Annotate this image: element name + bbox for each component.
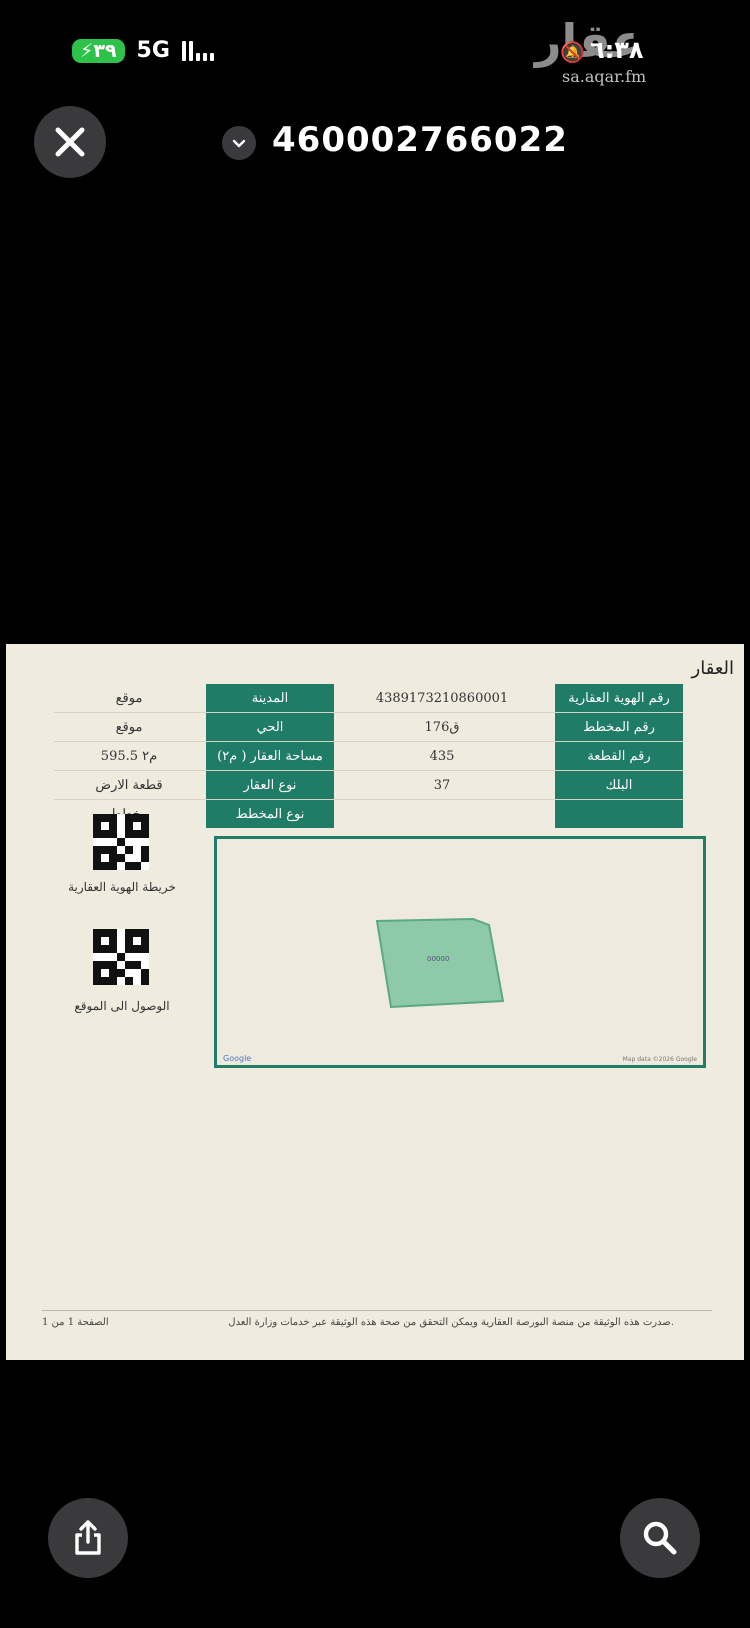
status-bar: ⚡٣٩ 5G: [72, 38, 214, 63]
status-time: ٦:٣٨: [590, 36, 644, 64]
label-plot-number: رقم القطعة: [555, 742, 683, 770]
chevron-down-icon: [232, 139, 246, 148]
battery-indicator: ⚡٣٩: [72, 38, 125, 63]
property-document: العقار رقم الهوية العقارية 4389173210860…: [6, 644, 744, 1360]
footer-page: الصفحة 1 من 1: [42, 1317, 109, 1328]
document-heading: العقار: [691, 658, 734, 679]
close-icon: [55, 127, 85, 157]
value-block: 37: [433, 777, 451, 793]
footer-note: صدرت هذه الوثيقة من منصة البورصة العقاري…: [228, 1317, 674, 1328]
watermark-url: sa.aqar.fm: [562, 67, 647, 86]
value-district: موقع: [115, 719, 143, 735]
share-icon: [75, 1520, 101, 1555]
value-empty: [336, 800, 548, 828]
value-city: موقع: [115, 690, 143, 706]
signal-icon: [181, 40, 214, 61]
label-property-id: رقم الهوية العقارية: [555, 684, 683, 712]
label-district: الحي: [206, 713, 334, 741]
plot-map: 00000 Google Map data ©2026 Google: [214, 836, 706, 1068]
plot-outline: [375, 917, 505, 1009]
map-credit: Map data ©2026 Google: [622, 1056, 697, 1063]
qr-label-location: الوصول الى الموقع: [74, 999, 170, 1013]
map-logo: Google: [223, 1054, 252, 1063]
share-button[interactable]: [48, 1498, 128, 1578]
network-type: 5G: [136, 38, 170, 63]
page-title: 460002766022: [272, 120, 568, 160]
value-plot-number: 435: [429, 748, 455, 764]
value-plan-number: 176ق: [424, 719, 460, 735]
label-plan-type: نوع المخطط: [206, 800, 334, 828]
value-property-type: قطعة الارض: [95, 777, 163, 793]
label-area: مساحة العقار ( م٢): [206, 742, 334, 770]
qr-label-map: خريطة الهوية العقارية: [68, 880, 176, 894]
bell-slash-icon: 🔕: [560, 40, 585, 64]
search-icon: [643, 1521, 677, 1555]
value-area: 595.5 م٢: [100, 748, 158, 764]
qr-code-icon: [93, 929, 149, 985]
value-property-id: 4389173210860001: [375, 690, 509, 706]
label-city: المدينة: [206, 684, 334, 712]
label-empty: [555, 800, 683, 828]
qr-code-icon: [93, 814, 149, 870]
label-block: البلك: [555, 771, 683, 799]
close-button[interactable]: [34, 106, 106, 178]
label-property-type: نوع العقار: [206, 771, 334, 799]
label-plan-number: رقم المخطط: [555, 713, 683, 741]
battery-level: ٣٩: [93, 39, 117, 62]
plot-label: 00000: [427, 955, 450, 963]
search-button[interactable]: [620, 1498, 700, 1578]
title-dropdown-button[interactable]: [222, 126, 256, 160]
